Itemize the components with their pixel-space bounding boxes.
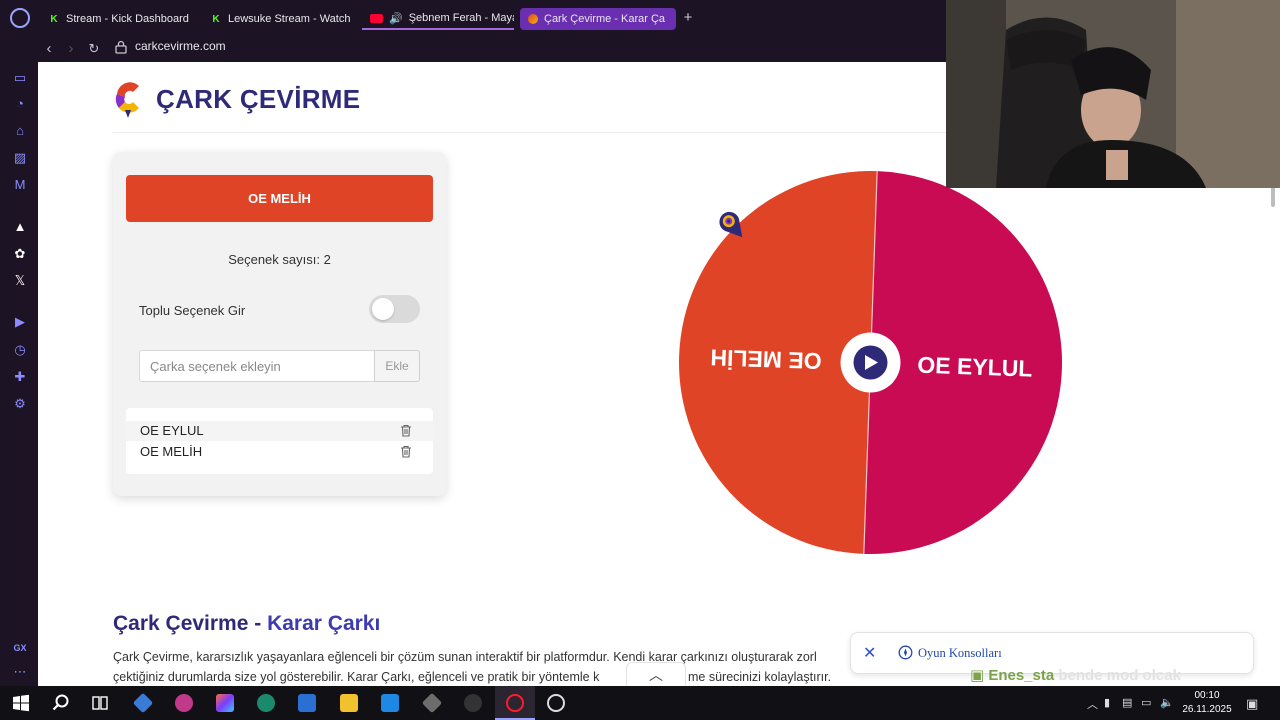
wheel-label-eylul: OE EYLUL: [917, 352, 1033, 382]
scroll-to-top-button[interactable]: ︿: [626, 662, 686, 686]
forward-icon[interactable]: ›: [62, 39, 80, 59]
reload-icon[interactable]: ↻: [85, 39, 103, 59]
cark-icon: [528, 14, 538, 24]
bulk-entry-toggle[interactable]: [369, 295, 420, 323]
youtube-icon: [370, 13, 383, 23]
gx-corner-icon[interactable]: ⌂: [12, 123, 28, 139]
wheel-label-melih: OE MELİH: [710, 344, 822, 374]
gx-control-icon[interactable]: GX: [12, 640, 28, 656]
battery-icon[interactable]: ▮: [1104, 696, 1110, 709]
app-icon[interactable]: [421, 692, 443, 714]
section-title-part2: Karar Çarkı: [267, 612, 381, 635]
back-icon[interactable]: ‹: [40, 39, 58, 59]
url-field[interactable]: carkcevirme.com: [135, 39, 226, 53]
chat-message: bende mod olcak: [1058, 667, 1181, 684]
speed-dial-icon[interactable]: ◔: [12, 96, 28, 112]
wheel-options-panel: OE MELİH Seçenek sayısı: 2 Toplu Seçenek…: [113, 152, 446, 496]
edge-icon[interactable]: [257, 694, 275, 712]
language-icon[interactable]: ▤: [1122, 696, 1132, 709]
option-name: OE EYLUL: [140, 423, 204, 438]
add-option-input[interactable]: [139, 350, 375, 382]
aria-icon[interactable]: ▲: [12, 219, 28, 235]
player-icon[interactable]: ▶: [12, 314, 28, 330]
trash-icon[interactable]: [400, 445, 412, 458]
x-icon[interactable]: 𝕏: [12, 273, 28, 289]
tab-title: Stream - Kick Dashboard: [66, 13, 189, 25]
clock-date: 26.11.2025: [1182, 704, 1232, 715]
speaker-icon: 🔊: [389, 12, 403, 25]
mail-icon[interactable]: [381, 694, 399, 712]
lock-icon: [115, 40, 127, 54]
chatgpt-icon[interactable]: ✿: [12, 246, 28, 262]
clock[interactable]: 00:10 26.11.2025: [1182, 689, 1232, 717]
tab-title: Çark Çevirme - Karar Ça: [544, 13, 666, 25]
kick-icon: K: [50, 13, 58, 25]
app-icon[interactable]: [547, 694, 565, 712]
screen: { "browser": { "tabs": [ {"title": "Stre…: [0, 0, 1280, 720]
messenger-icon[interactable]: M: [12, 177, 28, 193]
option-count: Seçenek sayısı: 2: [228, 252, 331, 267]
tab-lewsuke-stream[interactable]: K Lewsuke Stream - Watch: [202, 8, 352, 30]
app-icon[interactable]: [175, 694, 193, 712]
file-explorer-icon[interactable]: [340, 694, 358, 712]
toggle-knob: [372, 298, 394, 320]
twitch-icon[interactable]: ▨: [12, 150, 28, 166]
app-icon[interactable]: [132, 692, 154, 714]
add-option-button[interactable]: Ekle: [374, 350, 420, 382]
wheel-pointer-icon: [719, 211, 743, 238]
tray-chevron-icon[interactable]: ︿: [1087, 696, 1098, 712]
windows-taskbar: ︿ ▮ ▤ ▭ 🔈 00:10 26.11.2025 ▣: [0, 686, 1280, 720]
description-paragraph: Çark Çevirme, kararsızlık yaşayanlara eğ…: [113, 647, 873, 686]
search-icon[interactable]: [52, 694, 70, 712]
opera-gx-icon[interactable]: [506, 694, 524, 712]
paragraph-line-end: me sürecinizi kolaylaştırır.: [688, 670, 832, 684]
copilot-icon[interactable]: [216, 694, 234, 712]
compass-icon: [898, 645, 913, 660]
more-icon[interactable]: ⋯: [12, 664, 28, 680]
stream-chat-overlay: ▣ Enes_sta bende mod olcak: [970, 666, 1181, 684]
paragraph-line: Çark Çevirme, kararsızlık yaşayanlara eğ…: [113, 650, 817, 664]
tab-title: Şebnem Ferah - Maya: [408, 12, 514, 24]
list-item: OE EYLUL: [126, 421, 433, 441]
options-list: OE EYLUL OE MELİH: [126, 408, 433, 474]
paragraph-line: çektiğiniz durumlarda size yol gösterebi…: [113, 670, 600, 684]
cark-logo-icon: [115, 82, 139, 118]
app-icon[interactable]: [298, 694, 316, 712]
toast-link[interactable]: Oyun Konsolları: [918, 646, 1002, 661]
tab-title: Lewsuke Stream - Watch: [228, 13, 351, 25]
kick-icon: K: [212, 13, 220, 25]
clock-time: 00:10: [1194, 690, 1220, 701]
chat-badge-icon: ▣: [970, 667, 989, 684]
chat-username: Enes_sta: [988, 667, 1055, 684]
app-icon[interactable]: [464, 694, 482, 712]
section-title: Çark Çevirme - Karar Çarkı: [113, 612, 380, 636]
opera-logo-icon[interactable]: [10, 8, 30, 28]
task-view-icon[interactable]: [91, 694, 109, 712]
site-logo-text[interactable]: ÇARK ÇEVİRME: [156, 84, 360, 115]
settings-icon[interactable]: ⚙: [12, 396, 28, 412]
tab-kick-dashboard[interactable]: K Stream - Kick Dashboard: [40, 8, 190, 30]
page-scrollbar[interactable]: [1271, 187, 1275, 207]
windows-start-icon[interactable]: [12, 694, 30, 712]
gaming-icon[interactable]: ▭: [12, 70, 28, 86]
network-icon[interactable]: ▭: [1141, 696, 1151, 709]
new-tab-button[interactable]: +: [680, 8, 696, 28]
bulk-entry-label: Toplu Seçenek Gir: [139, 303, 246, 318]
option-name: OE MELİH: [140, 444, 203, 459]
notifications-icon[interactable]: ▣: [1246, 696, 1258, 712]
spin-result-button[interactable]: OE MELİH: [126, 175, 433, 222]
list-item: OE MELİH: [126, 442, 433, 462]
history-icon[interactable]: ◷: [12, 342, 28, 358]
volume-icon[interactable]: 🔈: [1160, 696, 1174, 709]
webcam-overlay: [946, 0, 1280, 188]
trash-icon[interactable]: [400, 424, 412, 437]
close-icon[interactable]: ✕: [863, 643, 876, 663]
browser-sidebar: ▭ ◔ ⌂ ▨ M ▲ ✿ 𝕏 ▶ ◷ ✚ ⚙ GX ⋯: [0, 62, 38, 686]
section-title-part1: Çark Çevirme -: [113, 612, 268, 635]
tab-cark-cevirme[interactable]: Çark Çevirme - Karar Ça: [520, 8, 676, 30]
extensions-icon[interactable]: ✚: [12, 369, 28, 385]
tab-youtube-music[interactable]: 🔊 Şebnem Ferah - Maya: [362, 8, 514, 30]
